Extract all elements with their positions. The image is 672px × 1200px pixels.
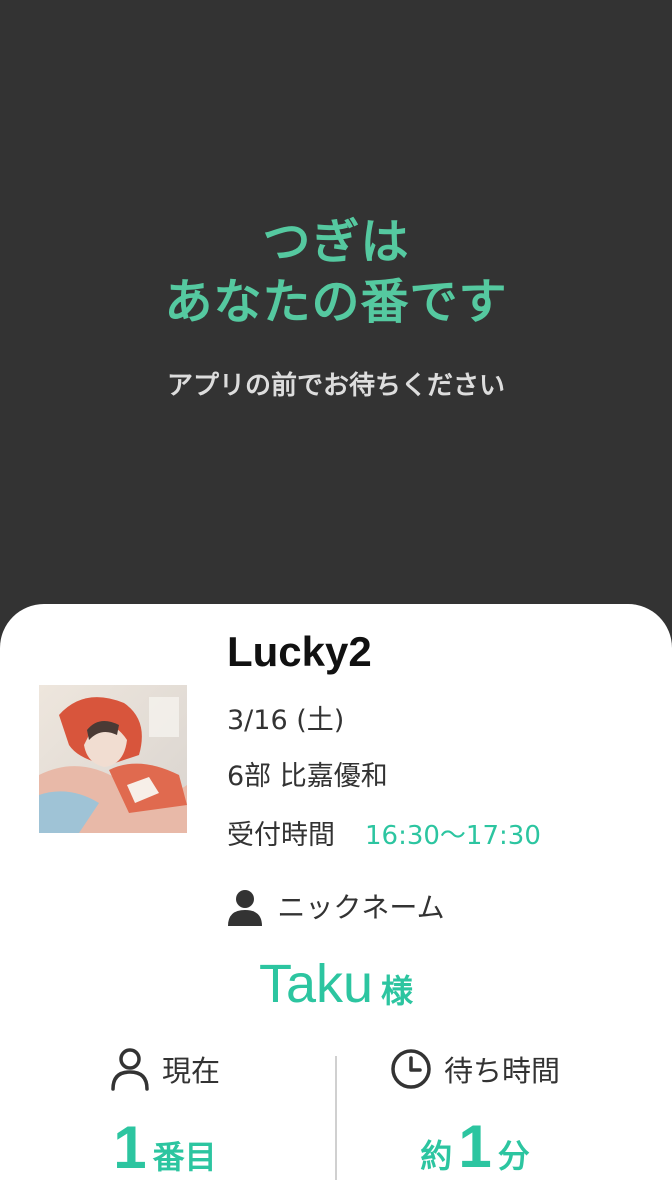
hero-title-line2: あなたの番です <box>164 274 508 330</box>
wait-time: 待ち時間 約1分 <box>360 1044 590 1182</box>
reception-time-row: 受付時間 16:30〜17:30 <box>227 818 541 854</box>
nickname-suffix: 様 <box>381 972 414 1010</box>
wait-number: 1 <box>458 1113 492 1180</box>
person-outline-icon <box>111 1048 149 1091</box>
event-thumbnail <box>39 685 187 833</box>
hero-title: つぎは あなたの番です <box>0 212 672 332</box>
person-icon <box>228 890 263 926</box>
clock-icon <box>391 1049 431 1089</box>
hero-title-line1: つぎは <box>262 214 410 270</box>
current-unit: 番目 <box>152 1138 217 1176</box>
event-date: 3/16 (土) <box>227 705 345 736</box>
event-part: 6部 比嘉優和 <box>227 761 388 792</box>
nickname-label: ニックネーム <box>277 891 445 924</box>
nickname-row: ニックネーム <box>0 888 672 932</box>
current-value: 1 番目 <box>40 1113 290 1183</box>
reception-label: 受付時間 <box>227 820 335 851</box>
hero-section: つぎは あなたの番です アプリの前でお待ちください <box>0 0 672 604</box>
wait-unit: 分 <box>497 1137 530 1175</box>
nickname-value: Taku <box>258 954 374 1014</box>
wait-label: 待ち時間 <box>443 1054 560 1088</box>
event-thumbnail-image <box>39 685 187 833</box>
wait-prefix: 約 <box>420 1137 453 1175</box>
hero-subtitle: アプリの前でお待ちください <box>166 371 505 401</box>
ticket-card: Lucky2 3/16 (土) 6部 比嘉優和 受付時間 16:30〜17:30 … <box>0 604 672 1200</box>
reception-time: 16:30〜17:30 <box>365 821 541 851</box>
nickname-value-row: Taku 様 <box>0 949 672 1032</box>
current-number: 1 <box>113 1114 147 1181</box>
waiting-screen: つぎは あなたの番です アプリの前でお待ちください Lucky2 3/16 (土… <box>0 0 672 1200</box>
current-position: 現在 1 番目 <box>40 1044 290 1183</box>
current-label: 現在 <box>161 1054 220 1088</box>
status-divider <box>335 1056 337 1180</box>
wait-value: 約1分 <box>360 1112 590 1182</box>
event-name: Lucky2 <box>227 628 372 675</box>
